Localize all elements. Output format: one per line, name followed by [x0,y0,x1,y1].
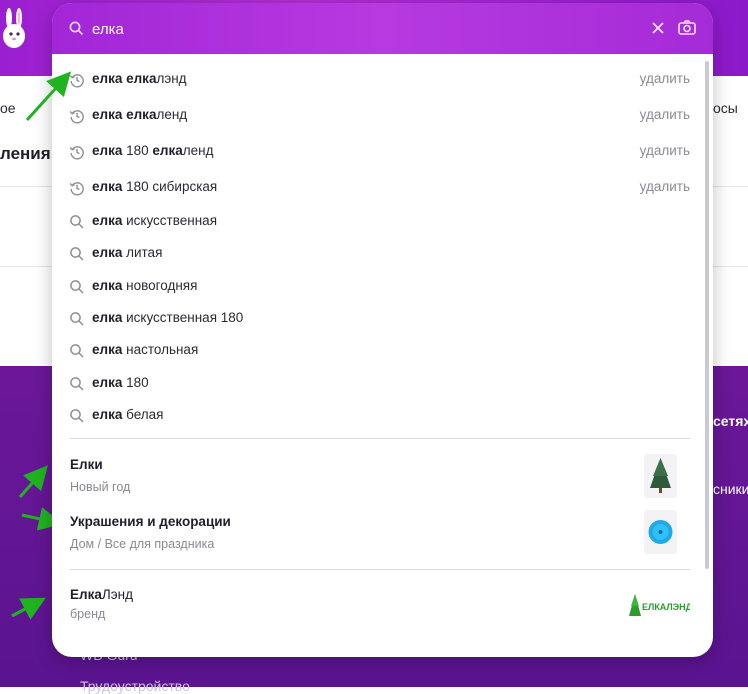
suggestion-item[interactable]: елка искусственная [52,206,702,236]
history-icon [69,182,84,196]
category-path: Дом / Все для праздника [70,537,215,551]
suggestion-item[interactable]: елка настольная [52,335,702,365]
category-suggestion[interactable]: Елки Новый год [52,454,702,507]
history-item[interactable]: елка 180 сибирская удалить [52,172,702,202]
background-section-heading: ления [0,144,51,163]
search-icon [70,247,84,261]
suggestion-text: елка 180 [92,375,149,390]
search-dropdown: елка елкалэнд удалить елка елкаленд удал… [52,3,713,657]
annotation-arrow-icon [25,71,72,122]
suggestion-text: елка белая [92,407,164,422]
history-item[interactable]: елка 180 елкаленд удалить [52,136,702,166]
blue-paper-fan-image [644,510,677,554]
search-icon [70,409,84,423]
search-icon [70,280,84,294]
footer-link[interactable]: Трудоустройство [80,678,190,694]
clear-search-icon[interactable] [650,20,666,36]
footer-link[interactable]: сники [713,481,748,497]
search-bar [52,3,713,54]
history-icon [69,146,84,160]
brand-title: ЕлкаЛэнд [70,587,133,602]
delete-history-button[interactable]: удалить [640,71,690,86]
search-icon [69,21,84,36]
background-nav-text-right: осы [713,100,738,116]
background-nav-text: ое [0,100,16,116]
section-divider [70,569,690,570]
search-input[interactable] [92,18,632,40]
history-item[interactable]: елка елкалэнд удалить [52,64,702,94]
category-title: Украшения и декорации [70,514,231,529]
delete-history-button[interactable]: удалить [640,107,690,122]
category-suggestion[interactable]: Украшения и декорации Дом / Все для праз… [52,510,702,564]
search-icon [70,377,84,391]
search-icon [70,312,84,326]
suggestion-item[interactable]: елка белая [52,400,702,430]
christmas-tree-image [644,454,677,498]
suggestion-item[interactable]: елка литая [52,238,702,268]
footer-social-heading: сетях [713,413,748,429]
category-path: Новый год [70,480,131,494]
brand-logo: ЕЛКАЛЭНД [629,594,690,616]
suggestion-text: елка искусственная [92,213,217,228]
brand-logo-text: ЕЛКАЛЭНД [642,602,690,612]
brand-suggestion[interactable]: ЕлкаЛэнд бренд ЕЛКАЛЭНД [52,587,702,637]
suggestion-item[interactable]: елка 180 [52,368,702,398]
suggestion-text: елка настольная [92,342,199,357]
history-item[interactable]: елка елкаленд удалить [52,100,702,130]
search-icon [70,215,84,229]
brand-label: бренд [70,607,106,621]
suggestion-text: елка литая [92,245,163,260]
history-item-text: елка елкалэнд [92,71,187,86]
suggestion-text: елка новогодняя [92,278,198,293]
suggestion-item[interactable]: елка новогодняя [52,271,702,301]
camera-search-icon[interactable] [677,18,697,38]
annotation-arrows-icon [11,465,60,620]
suggestion-text: елка искусственная 180 [92,310,244,325]
history-item-text: елка елкаленд [92,107,188,122]
history-item-text: елка 180 сибирская [92,179,218,194]
dropdown-scrollbar[interactable] [705,61,709,569]
delete-history-button[interactable]: удалить [640,179,690,194]
bunny-logo-icon[interactable] [0,6,32,52]
suggestion-item[interactable]: елка искусственная 180 [52,303,702,333]
section-divider [70,438,690,439]
search-icon [70,344,84,358]
history-item-text: елка 180 елкаленд [92,143,214,158]
category-title: Елки [70,457,103,472]
delete-history-button[interactable]: удалить [640,143,690,158]
